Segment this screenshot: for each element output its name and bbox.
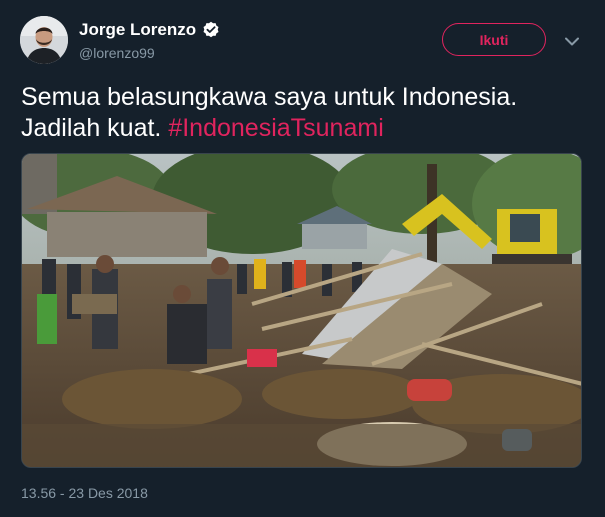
tweet-text-line-1: Semua belasungkawa saya untuk Indonesia. [21,83,518,111]
tweet-text: Semua belasungkawa saya untuk Indonesia.… [21,82,581,144]
avatar[interactable] [20,16,68,64]
author-name-row[interactable]: Jorge Lorenzo [79,20,220,40]
user-handle[interactable]: @lorenzo99 [79,45,155,61]
tweet-text-line-2: Jadilah kuat. #IndonesiaTsunami [21,113,581,144]
tweet-photo[interactable] [21,153,582,468]
chevron-down-icon[interactable] [562,33,582,49]
follow-button[interactable]: Ikuti [442,23,546,56]
verified-badge-icon [202,21,220,39]
display-name[interactable]: Jorge Lorenzo [79,20,196,40]
tweet-card: Jorge Lorenzo @lorenzo99 Ikuti Semua bel… [0,0,605,517]
photo-icon [22,154,581,467]
avatar-image [20,16,68,64]
timestamp[interactable]: 13.56 - 23 Des 2018 [21,485,148,501]
hashtag-link[interactable]: #IndonesiaTsunami [168,114,383,142]
tweet-text-prefix: Jadilah kuat. [21,114,169,142]
